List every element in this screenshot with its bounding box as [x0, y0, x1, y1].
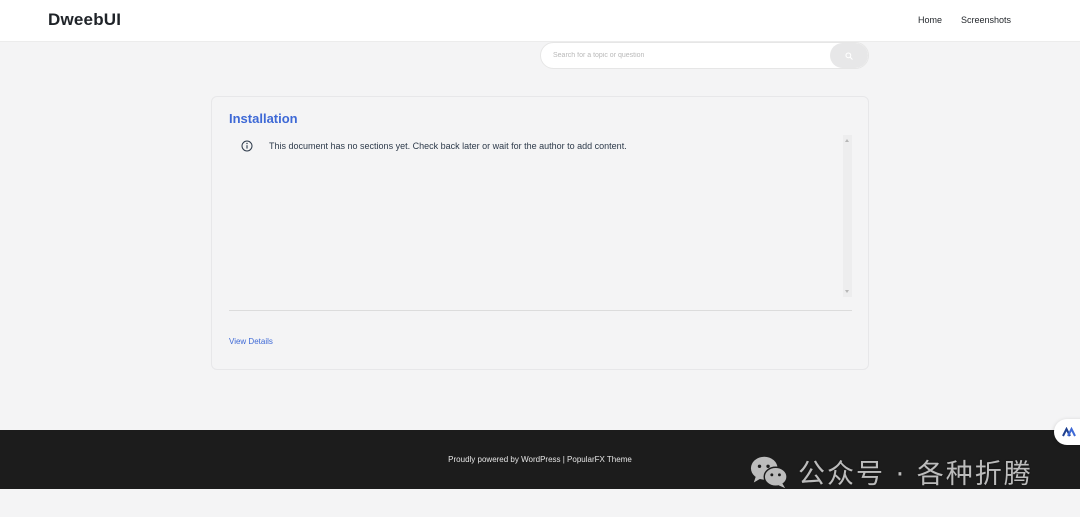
scroll-up-arrow-icon[interactable]	[845, 139, 849, 142]
info-icon	[241, 140, 253, 152]
site-brand[interactable]: DweebUI	[48, 10, 121, 30]
floating-logo-button[interactable]	[1054, 419, 1080, 445]
search-input[interactable]	[541, 43, 831, 68]
empty-notice: This document has no sections yet. Check…	[241, 140, 627, 152]
wechat-icon	[750, 456, 788, 488]
search-bar	[540, 42, 869, 69]
page: DweebUI Home Screenshots Installation Th…	[0, 0, 1080, 517]
scroll-down-arrow-icon[interactable]	[845, 290, 849, 293]
card-divider	[229, 310, 852, 311]
document-title: Installation	[229, 111, 298, 126]
view-details-link[interactable]: View Details	[229, 337, 273, 346]
site-header: DweebUI Home Screenshots	[0, 0, 1080, 42]
nav-link-home[interactable]: Home	[918, 15, 942, 25]
logo-icon	[1062, 427, 1076, 437]
search-button[interactable]	[830, 43, 868, 68]
document-card: Installation This document has no sectio…	[211, 96, 869, 370]
wechat-watermark: 公众号 · 各种折腾	[748, 452, 1033, 491]
main-nav: Home Screenshots	[918, 15, 1011, 25]
notice-text: This document has no sections yet. Check…	[269, 141, 627, 151]
nav-link-screenshots[interactable]: Screenshots	[961, 15, 1011, 25]
watermark-text: 公众号 · 各种折腾	[798, 459, 1033, 490]
content-scrollbar[interactable]	[843, 135, 852, 297]
search-icon	[845, 51, 853, 60]
